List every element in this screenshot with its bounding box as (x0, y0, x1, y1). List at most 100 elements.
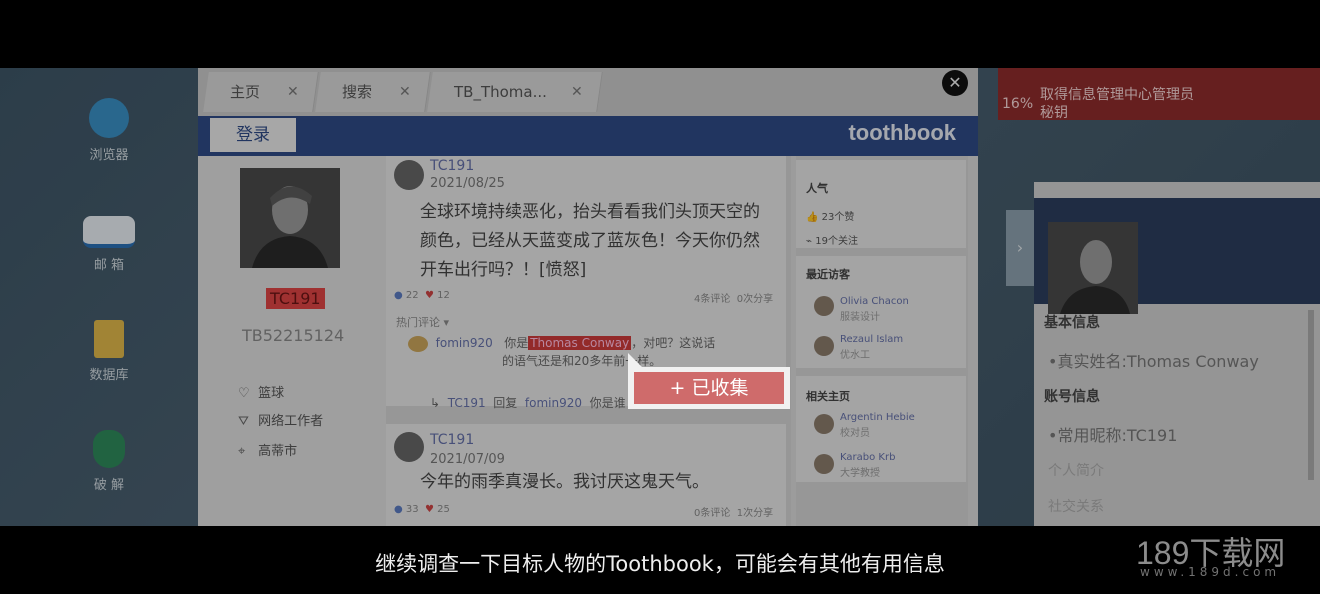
faded-section: 个人简介 (1048, 463, 1104, 479)
section-basic-info: 基本信息 (1044, 315, 1100, 331)
like-icon[interactable]: ● (394, 504, 403, 515)
desktop-icon-label: 邮 箱 (93, 258, 125, 273)
popup-pointer (628, 353, 642, 367)
desktop-icon-crack[interactable]: 破 解 (64, 430, 154, 493)
reply: ↳ TC191 回复 fomin920 你是谁 (430, 394, 626, 411)
post-username[interactable]: TC191 (430, 432, 474, 448)
avatar (240, 168, 340, 268)
comment: fomin920 你是 Thomas Conway ，对吧？这说话 (408, 334, 715, 352)
reply-username[interactable]: TC191 (448, 396, 486, 410)
tie-icon: ⛛ (238, 414, 249, 429)
globe-icon (89, 98, 129, 138)
task-tracker: 16% 取得信息管理中心管理员 秘钥 (998, 68, 1320, 122)
desktop-icon-database[interactable]: 数据库 (64, 320, 154, 383)
like-count: 33 (405, 504, 419, 515)
visitor-role: 服装设计 (840, 312, 880, 323)
reply-text: 你是谁 (589, 396, 626, 410)
browser-window: 主页 ✕ 搜索 ✕ TB_Thoma... ✕ ✕ 登录 toothbook T… (198, 68, 978, 526)
visitor-name[interactable]: Rezaul Islam (840, 334, 903, 345)
collected-popup: + 已收集 (628, 353, 790, 409)
post-feed[interactable]: TC191 2021/08/25 全球环境持续恶化，抬头看看我们头顶天空的颜色，… (386, 156, 791, 526)
comment-count[interactable]: 4条评论 (694, 294, 730, 305)
popularity-title: 人气 (806, 182, 828, 195)
post-stats: ● 33 ♥ 25 0条评论 1次分享 (394, 504, 784, 519)
close-tab-icon[interactable]: ✕ (571, 72, 583, 112)
profile-username: TC191 (266, 288, 325, 309)
portrait-image (1048, 222, 1138, 314)
real-name-field: •真实姓名:Thomas Conway (1048, 352, 1259, 371)
heart-icon[interactable]: ♥ (425, 504, 434, 515)
visitor-avatar (814, 296, 834, 316)
post-avatar (394, 432, 424, 462)
heart-icon[interactable]: ♥ (425, 290, 434, 301)
interest-tag: ♡ 篮球 (238, 382, 284, 401)
close-tab-icon[interactable]: ✕ (399, 72, 411, 112)
share-count[interactable]: 0次分享 (737, 294, 773, 305)
close-window-button[interactable]: ✕ (942, 70, 968, 96)
related-name[interactable]: Argentin Hebie (840, 412, 915, 423)
post-text: 全球环境持续恶化，抬头看看我们头顶天空的颜色，已经从天蓝变成了蓝灰色！今天你仍然… (420, 202, 760, 280)
target-profile-panel: 基本信息 •真实姓名:Thomas Conway 账号信息 •常用昵称:TC19… (1034, 182, 1320, 526)
related-avatar (814, 414, 834, 434)
desktop-icon-mail[interactable]: 邮 箱 (64, 210, 154, 273)
tab-bar: 主页 ✕ 搜索 ✕ TB_Thoma... ✕ ✕ (198, 68, 978, 116)
reply-label: 回复 (493, 396, 518, 410)
task-line: 取得信息管理中心管理员 (1040, 87, 1194, 103)
post-username[interactable]: TC191 (430, 158, 474, 174)
close-tab-icon[interactable]: ✕ (287, 72, 299, 112)
highlighted-name[interactable]: Thomas Conway (528, 336, 632, 350)
tab-home[interactable]: 主页 ✕ (203, 72, 319, 112)
related-role: 大学教授 (840, 468, 880, 479)
task-description: 取得信息管理中心管理员 秘钥 (1040, 86, 1194, 122)
comment-count[interactable]: 0条评论 (694, 508, 730, 519)
desktop-icon-label: 数据库 (89, 368, 129, 383)
share-count[interactable]: 1次分享 (737, 508, 773, 519)
visitor-avatar (814, 336, 834, 356)
heart-icon: ♡ (238, 386, 250, 401)
thumb-icon: 👍 (806, 212, 819, 223)
like-icon[interactable]: ● (394, 290, 403, 301)
site-logo: toothbook (848, 120, 956, 145)
related-name[interactable]: Karabo Krb (840, 452, 895, 463)
collected-label: + 已收集 (634, 372, 784, 404)
profile-user-id: TB52215124 (242, 326, 345, 345)
likes-stat: 👍 23个赞 (806, 208, 854, 223)
related-avatar (814, 454, 834, 474)
location-icon: ⌖ (238, 444, 246, 459)
panel-toggle-chevron-icon[interactable]: › (1006, 210, 1034, 286)
tag-label: 篮球 (258, 386, 285, 401)
task-line: 秘钥 (1040, 105, 1068, 121)
portrait-image (240, 168, 340, 268)
scrollbar[interactable] (1308, 310, 1314, 480)
reply-target[interactable]: fomin920 (525, 396, 582, 410)
popularity-card: 人气 👍 23个赞 ⌁ 19个关注 (796, 160, 966, 248)
desktop-icon-browser[interactable]: 浏览器 (64, 98, 154, 163)
login-button[interactable]: 登录 (210, 118, 296, 152)
tab-profile[interactable]: TB_Thoma... ✕ (427, 72, 603, 112)
like-count: 22 (405, 290, 419, 301)
target-photo (1048, 222, 1138, 314)
profile-sidebar: TC191 TB52215124 ♡ 篮球 ⛛ 网络工作者 ⌖ 高蒂市 (198, 156, 386, 526)
visitor-name[interactable]: Olivia Chacon (840, 296, 909, 307)
tab-label: 搜索 (342, 83, 373, 101)
subtitle-text: 继续调查一下目标人物的Toothbook，可能会有其他有用信息 (375, 552, 945, 576)
tab-label: TB_Thoma... (454, 83, 547, 101)
lock-shield-icon (93, 430, 125, 468)
related-title: 相关主页 (806, 390, 850, 403)
desktop-icon-label: 破 解 (93, 478, 125, 493)
comment-username[interactable]: fomin920 (436, 336, 493, 350)
heart-count: 25 (437, 504, 450, 515)
rss-icon: ⌁ (806, 236, 813, 247)
follows-stat: ⌁ 19个关注 (806, 232, 858, 247)
visitors-title: 最近访客 (806, 268, 850, 281)
task-progress: 16% (1002, 96, 1034, 112)
profile-panel-header (1034, 198, 1320, 314)
mail-icon (83, 216, 135, 248)
comment-text: 你是 (504, 336, 529, 350)
faded-section: 社交关系 (1048, 499, 1104, 515)
hot-comments-toggle[interactable]: 热门评论 ▾ (396, 314, 449, 330)
tag-label: 高蒂市 (258, 444, 298, 459)
post-avatar (394, 160, 424, 190)
tab-search[interactable]: 搜索 ✕ (315, 72, 431, 112)
comment-avatar (408, 335, 428, 352)
